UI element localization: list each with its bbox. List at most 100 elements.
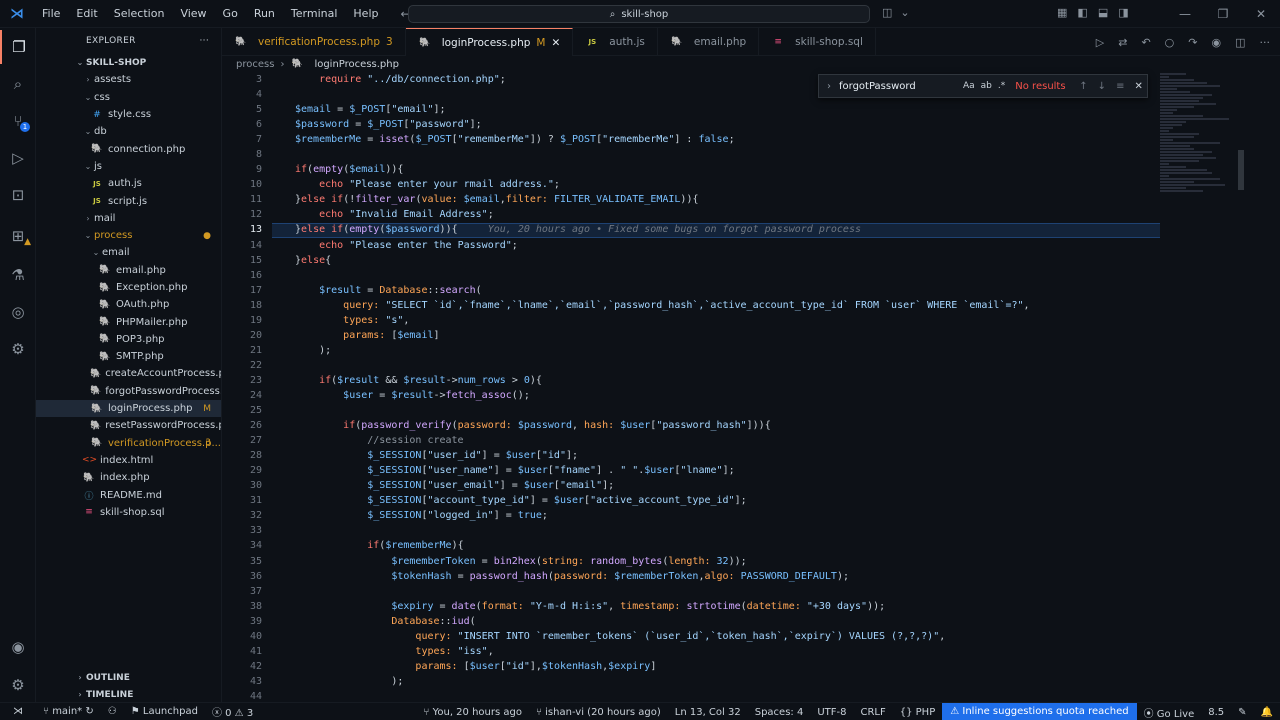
file-item[interactable]: 🐘 loginProcess.php M: [36, 399, 221, 418]
match-word-toggle[interactable]: ab: [981, 81, 992, 91]
git-blame-status[interactable]: ⑂ You, 20 hours ago: [416, 707, 529, 718]
file-item[interactable]: 🐘createAccountProcess.php: [36, 365, 221, 382]
line-number[interactable]: 18: [222, 298, 262, 313]
line-number[interactable]: 29: [222, 463, 262, 478]
line-number[interactable]: 10: [222, 177, 262, 192]
launchpad-status[interactable]: ⚑ Launchpad: [124, 706, 205, 717]
line-number[interactable]: 13: [222, 222, 262, 237]
split-editor-icon[interactable]: ◫: [1235, 36, 1245, 49]
branch-status[interactable]: ⑂ main* ↻: [36, 706, 101, 717]
minimize-icon[interactable]: —: [1166, 0, 1204, 28]
next-match-icon[interactable]: ↓: [1098, 81, 1106, 92]
project-root[interactable]: ⌄ SKILL-SHOP: [36, 54, 221, 71]
line-number[interactable]: 9: [222, 162, 262, 177]
regex-toggle[interactable]: .*: [998, 81, 1005, 91]
line-number[interactable]: 24: [222, 388, 262, 403]
tab-verificationprocess[interactable]: 🐘 verificationProcess.php 3: [222, 28, 406, 56]
go-live-status[interactable]: ⦿ Go Live: [1137, 705, 1202, 720]
timeline-section[interactable]: › TIMELINE: [36, 686, 221, 702]
line-number[interactable]: 20: [222, 328, 262, 343]
folder-item[interactable]: ⌄ process ●: [36, 227, 221, 244]
command-center-search[interactable]: ⌕ skill-shop: [408, 5, 870, 23]
remote-explorer-icon[interactable]: ⊡: [0, 178, 36, 212]
compare-changes-icon[interactable]: ⇄: [1118, 36, 1127, 49]
copilot-chevron-icon[interactable]: ⌄: [900, 6, 909, 19]
line-number[interactable]: 21: [222, 343, 262, 358]
file-item[interactable]: 🐘 email.php: [36, 262, 221, 279]
line-number[interactable]: 27: [222, 433, 262, 448]
close-window-icon[interactable]: ✕: [1242, 0, 1280, 28]
copilot-quota-status[interactable]: ⚠ Inline suggestions quota reached: [942, 703, 1137, 720]
menu-terminal[interactable]: Terminal: [283, 0, 346, 28]
layout-customize-icon[interactable]: ▦: [1057, 6, 1067, 19]
remote-indicator-icon[interactable]: ⋊: [0, 706, 36, 717]
line-number[interactable]: 37: [222, 584, 262, 599]
problems-status[interactable]: ⓧ 0 ⚠ 3: [205, 704, 260, 719]
copilot-icon[interactable]: ◫: [882, 6, 892, 19]
folder-item[interactable]: ⌄ email: [36, 244, 221, 261]
file-item[interactable]: 🐘 PHPMailer.php: [36, 313, 221, 330]
line-number[interactable]: 31: [222, 493, 262, 508]
encoding-status[interactable]: UTF-8: [810, 707, 853, 718]
eol-status[interactable]: CRLF: [853, 707, 892, 718]
line-number[interactable]: 4: [222, 87, 262, 102]
feedback-icon[interactable]: ✎: [1231, 707, 1253, 718]
notifications-icon[interactable]: 🔔: [1254, 707, 1280, 718]
file-item[interactable]: 🐘 index.php: [36, 469, 221, 486]
line-number[interactable]: 7: [222, 132, 262, 147]
outline-section[interactable]: › OUTLINE: [36, 669, 221, 686]
line-number[interactable]: 14: [222, 238, 262, 253]
menu-help[interactable]: Help: [345, 0, 386, 28]
line-number[interactable]: 40: [222, 629, 262, 644]
line-number[interactable]: 22: [222, 358, 262, 373]
line-number[interactable]: 33: [222, 523, 262, 538]
author-status[interactable]: ⑂ ishan-vi (20 hours ago): [529, 707, 668, 718]
file-item[interactable]: # style.css: [36, 106, 221, 123]
tab-emailphp[interactable]: 🐘 email.php: [658, 28, 760, 56]
toggle-replace-icon[interactable]: ›: [819, 81, 839, 92]
file-item[interactable]: JS script.js: [36, 192, 221, 209]
gitlens-icon[interactable]: ◎: [0, 295, 36, 329]
extensions-icon[interactable]: ⊞ ▲: [0, 219, 36, 253]
find-in-selection-icon[interactable]: ≡: [1116, 81, 1124, 92]
line-number[interactable]: 39: [222, 614, 262, 629]
match-case-toggle[interactable]: Aa: [963, 81, 975, 91]
editor-scrollbar[interactable]: [1238, 150, 1244, 190]
line-number[interactable]: 42: [222, 659, 262, 674]
line-number[interactable]: 11: [222, 192, 262, 207]
file-item[interactable]: 🐘 connection.php: [36, 140, 221, 157]
line-number[interactable]: 32: [222, 508, 262, 523]
tab-authjs[interactable]: JS auth.js: [573, 28, 658, 56]
line-number[interactable]: 26: [222, 418, 262, 433]
previous-match-icon[interactable]: ↑: [1079, 81, 1087, 92]
line-number[interactable]: 17: [222, 283, 262, 298]
line-number[interactable]: 43: [222, 674, 262, 689]
folder-item[interactable]: › mail: [36, 210, 221, 227]
line-number[interactable]: 36: [222, 569, 262, 584]
line-number[interactable]: 44: [222, 689, 262, 702]
line-number[interactable]: 19: [222, 313, 262, 328]
line-number[interactable]: 16: [222, 268, 262, 283]
php-version-status[interactable]: 8.5: [1201, 707, 1231, 718]
language-status[interactable]: {} PHP: [893, 707, 943, 718]
gitlens-status-icon[interactable]: ⚇: [101, 706, 124, 717]
tab-skillshopsql[interactable]: ≡ skill-shop.sql: [759, 28, 876, 56]
line-number[interactable]: 25: [222, 403, 262, 418]
go-forward-icon[interactable]: ↷: [1188, 36, 1197, 49]
folder-item[interactable]: ⌄ db: [36, 123, 221, 140]
manage-gear-icon[interactable]: ⚙: [0, 668, 36, 702]
indentation-status[interactable]: Spaces: 4: [748, 707, 811, 718]
file-item[interactable]: 🐘 POP3.php: [36, 331, 221, 348]
menu-selection[interactable]: Selection: [106, 0, 173, 28]
code-editor[interactable]: 3 4 5 6 7 8 9 10 11 12 13 14 15 16 17 18 19 20 21 22 23 24 25 2…: [222, 72, 1280, 702]
file-item[interactable]: 🐘 verificationProcess.p... 3: [36, 435, 221, 452]
file-item[interactable]: <> index.html: [36, 452, 221, 469]
file-item[interactable]: ≡ skill-shop.sql: [36, 504, 221, 521]
explorer-icon[interactable]: ❐: [0, 30, 36, 64]
more-actions-icon[interactable]: ···: [1260, 36, 1271, 49]
search-view-icon[interactable]: ⌕: [0, 67, 36, 101]
line-number[interactable]: 30: [222, 478, 262, 493]
menu-run[interactable]: Run: [246, 0, 283, 28]
line-number[interactable]: 38: [222, 599, 262, 614]
dot-icon[interactable]: ○: [1165, 36, 1175, 49]
